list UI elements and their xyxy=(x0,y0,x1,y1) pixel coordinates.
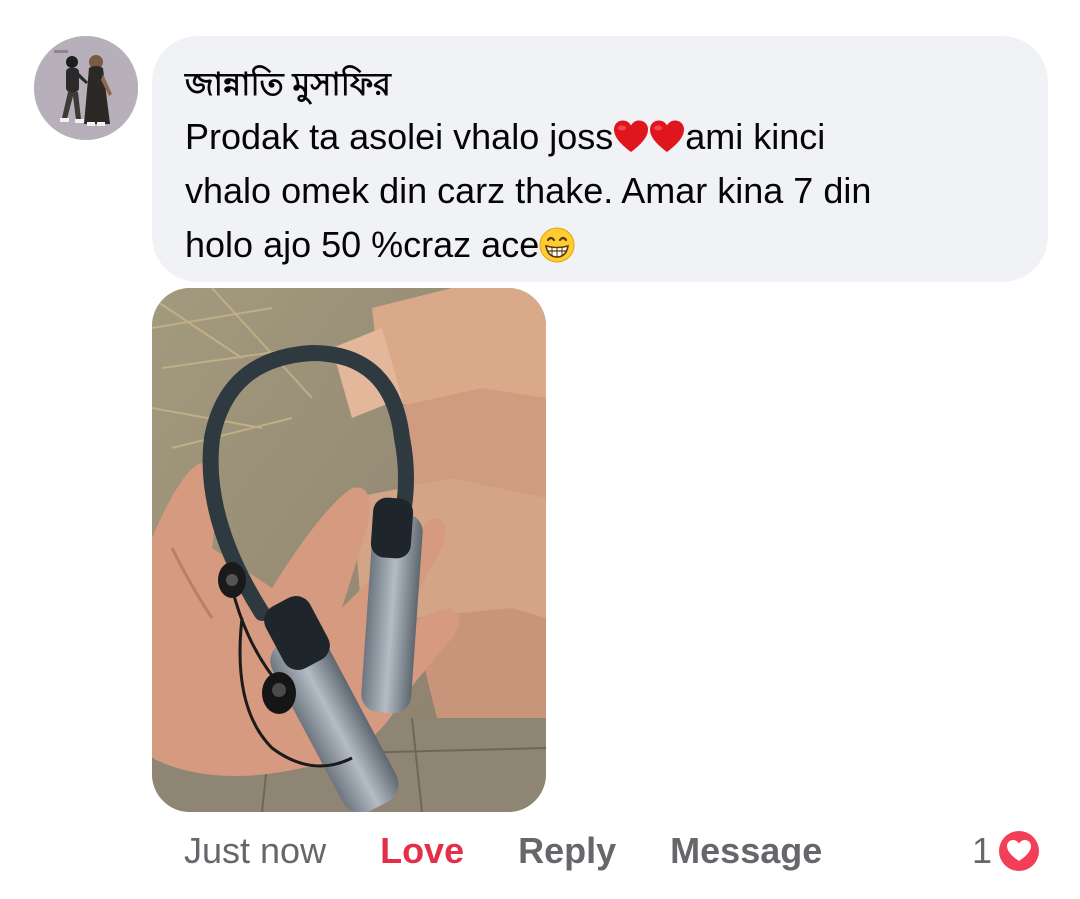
comment-text-line2: vhalo omek din carz thake. Amar kina 7 d… xyxy=(185,170,872,211)
neckband-earphones-photo xyxy=(152,288,546,812)
heart-icon xyxy=(650,120,685,152)
comment-author[interactable]: জান্নাতি মুসাফির xyxy=(185,64,1014,104)
message-button[interactable]: Message xyxy=(670,830,822,872)
avatar-illustration xyxy=(34,36,138,140)
reaction-count: 1 xyxy=(972,830,993,871)
attached-photo[interactable] xyxy=(152,288,546,812)
comment-text-line1-end: ami kinci xyxy=(685,116,826,157)
timestamp: Just now xyxy=(184,830,327,871)
grinning-face-icon xyxy=(539,227,575,263)
love-button[interactable]: Love xyxy=(380,830,464,872)
heart-icon xyxy=(614,120,649,152)
comment-text: Prodak ta asolei vhalo joss ami kinci vhal… xyxy=(185,110,1005,272)
comment-text-line3: holo ajo 50 %craz ace xyxy=(185,224,540,265)
comment-actions: Just now Love Reply Message xyxy=(184,826,876,876)
love-reaction-icon xyxy=(996,828,1043,874)
comment-text-line1: Prodak ta asolei vhalo joss xyxy=(185,116,614,157)
comment-bubble: জান্নাতি মুসাফির Prodak ta asolei vhalo … xyxy=(152,36,1048,282)
avatar[interactable] xyxy=(34,36,138,140)
reply-button[interactable]: Reply xyxy=(518,830,616,872)
reaction-summary[interactable]: 1 xyxy=(972,826,1043,876)
